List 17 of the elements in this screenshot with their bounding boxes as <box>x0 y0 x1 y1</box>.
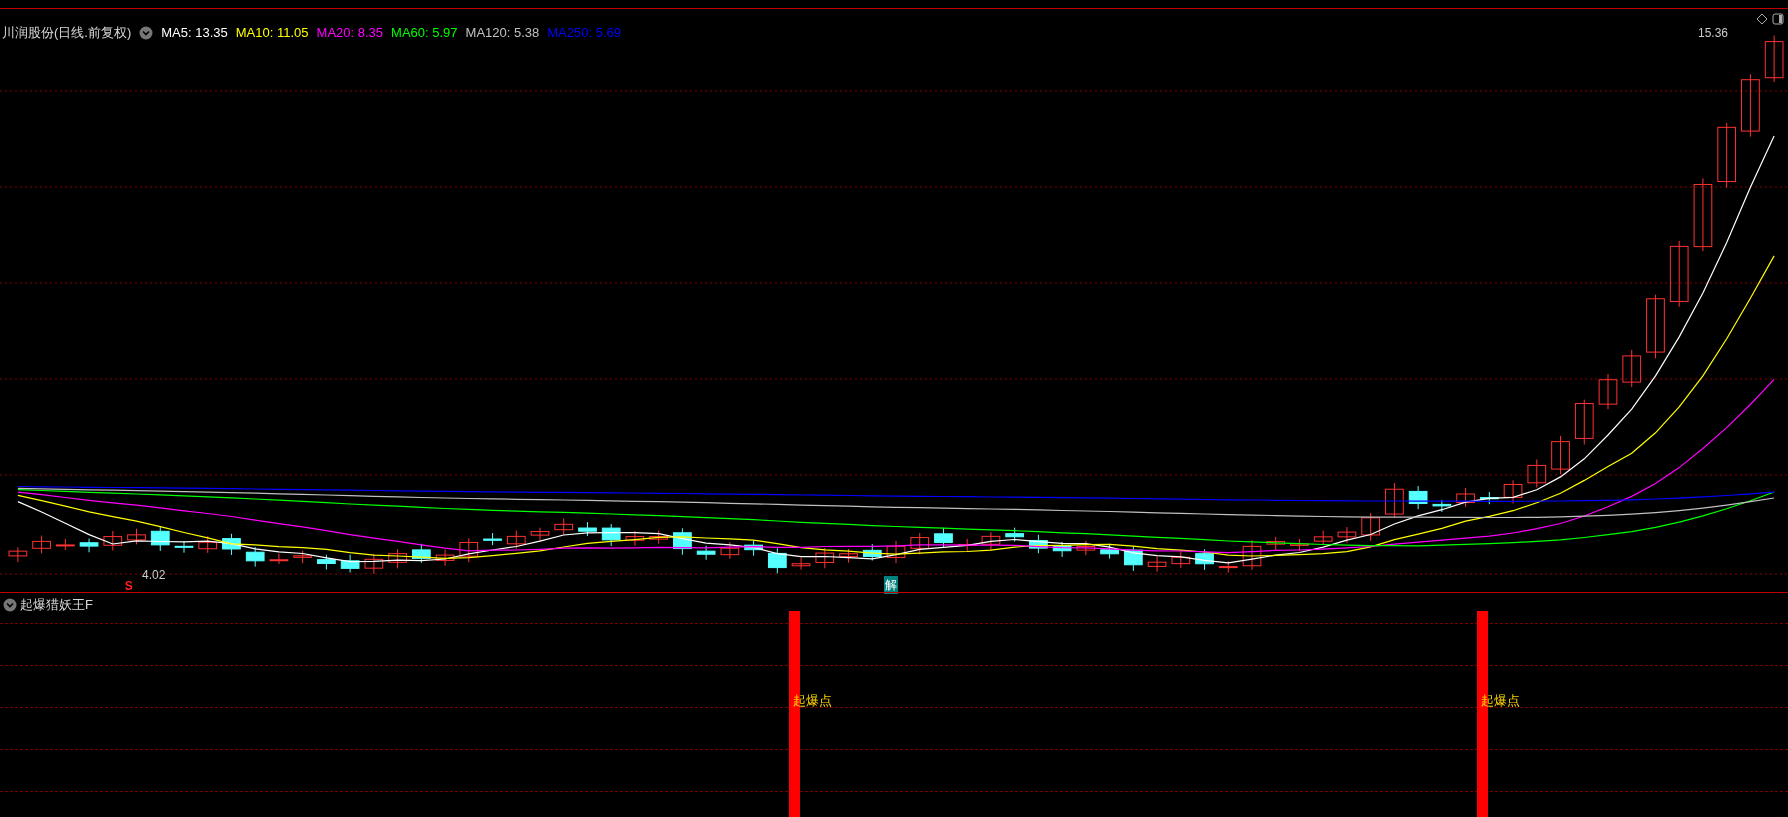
indicator-title: 起爆猎妖王F <box>20 596 93 614</box>
moving-average-value: MA120: 5.38 <box>465 24 540 42</box>
moving-average-value: MA60: 5.97 <box>391 24 458 42</box>
moving-average-value: MA10: 11.05 <box>235 24 309 42</box>
collapse-icon[interactable] <box>3 597 17 612</box>
signal-label: 起爆点 <box>1481 692 1521 710</box>
moving-average-value: MA20: 8.35 <box>316 24 384 42</box>
moving-average-value: MA250: 5.69 <box>547 24 621 42</box>
dropdown-icon[interactable] <box>139 25 154 40</box>
square-icon[interactable] <box>1772 13 1784 25</box>
chart-title: 川润股份(日线.前复权) <box>2 24 132 42</box>
high-price-label: 15.36 <box>1698 25 1729 42</box>
diamond-icon[interactable] <box>1756 13 1768 25</box>
low-price-label: 4.02 <box>142 567 166 584</box>
moving-average-value: MA5: 13.35 <box>161 24 228 42</box>
signal-label: 起爆点 <box>793 692 833 710</box>
sell-signal-marker: S <box>124 578 133 595</box>
